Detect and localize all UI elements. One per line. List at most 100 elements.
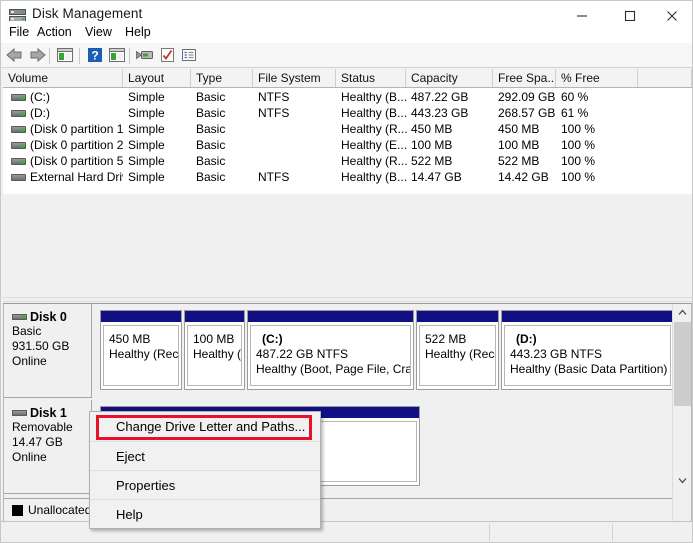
context-menu-item-help[interactable]: Help bbox=[90, 499, 320, 528]
graphical-view-scrollbar[interactable] bbox=[672, 304, 691, 522]
partition-block[interactable]: 100 MBHealthy (I bbox=[184, 310, 245, 390]
cell-status: Healthy (B... bbox=[341, 169, 411, 185]
hard-drive-icon bbox=[11, 110, 26, 117]
cell-free-space: 522 MB bbox=[498, 153, 561, 169]
scrollbar-thumb[interactable] bbox=[674, 322, 691, 406]
check-disk-icon[interactable] bbox=[157, 46, 179, 66]
column-header-free-spa[interactable]: Free Spa... bbox=[493, 69, 556, 87]
partition-details: (C:)487.22 GB NTFSHealthy (Boot, Page Fi… bbox=[250, 325, 411, 386]
cell-status: Healthy (B... bbox=[341, 89, 411, 105]
context-menu[interactable]: Change Drive Letter and Paths... Eject Pro… bbox=[89, 411, 321, 529]
cell-type: Basic bbox=[196, 169, 258, 185]
back-arrow-icon[interactable] bbox=[5, 46, 27, 66]
context-menu-item-eject[interactable]: Eject bbox=[90, 441, 320, 470]
rescan-disks-icon[interactable] bbox=[135, 46, 157, 66]
column-header-blank[interactable] bbox=[638, 69, 692, 87]
table-row[interactable]: External Hard Driv...SimpleBasicNTFSHeal… bbox=[3, 169, 692, 185]
cell-free-space: 292.09 GB bbox=[498, 89, 561, 105]
column-header-capacity[interactable]: Capacity bbox=[406, 69, 493, 87]
cell-percent-free: 100 % bbox=[561, 169, 643, 185]
volume-list[interactable]: VolumeLayoutTypeFile SystemStatusCapacit… bbox=[3, 69, 692, 194]
column-header--free[interactable]: % Free bbox=[556, 69, 638, 87]
partition-block[interactable]: 450 MBHealthy (Recc bbox=[100, 310, 182, 390]
partition-size: 487.22 GB NTFS bbox=[256, 347, 410, 362]
hard-drive-icon bbox=[11, 142, 26, 149]
partition-status: Healthy (Basic Data Partition) bbox=[510, 362, 670, 377]
table-row[interactable]: (Disk 0 partition 5)SimpleBasicHealthy (… bbox=[3, 153, 692, 169]
scroll-down-icon[interactable] bbox=[673, 472, 692, 489]
disk-management-window: Disk Management FileActionViewHelp bbox=[0, 0, 693, 543]
menu-file[interactable]: File bbox=[5, 23, 33, 41]
cell-volume: (C:) bbox=[30, 89, 123, 105]
disk-info-disk-0[interactable]: Disk 0Basic931.50 GBOnline bbox=[4, 304, 92, 398]
partition-details: 522 MBHealthy (Reco bbox=[419, 325, 496, 386]
cell-file-system bbox=[258, 153, 341, 169]
column-header-volume[interactable]: Volume bbox=[3, 69, 123, 87]
partition-block[interactable]: 522 MBHealthy (Reco bbox=[416, 310, 499, 390]
show-hide-console-tree-icon[interactable] bbox=[55, 46, 77, 66]
cell-capacity: 450 MB bbox=[411, 121, 498, 137]
cell-volume: External Hard Driv... bbox=[30, 169, 123, 185]
disk-state: Online bbox=[12, 450, 91, 465]
partition-size: 443.23 GB NTFS bbox=[510, 347, 670, 362]
partition-status: Healthy (Boot, Page File, Crash D bbox=[256, 362, 410, 377]
partition-color-band bbox=[417, 311, 498, 322]
partition-block[interactable]: (D:)443.23 GB NTFSHealthy (Basic Data Pa… bbox=[501, 310, 674, 390]
partition-block[interactable]: (C:)487.22 GB NTFSHealthy (Boot, Page Fi… bbox=[247, 310, 414, 390]
table-row[interactable]: (Disk 0 partition 2)SimpleBasicHealthy (… bbox=[3, 137, 692, 153]
table-row[interactable]: (C:)SimpleBasicNTFSHealthy (B...487.22 G… bbox=[3, 89, 692, 105]
table-row[interactable]: (Disk 0 partition 1) SimpleBasic Healthy (… bbox=[3, 121, 692, 137]
cell-capacity: 443.23 GB bbox=[411, 105, 498, 121]
cell-percent-free: 100 % bbox=[561, 137, 643, 153]
cell-capacity: 522 MB bbox=[411, 153, 498, 169]
toolbar: ? bbox=[1, 43, 693, 68]
cell-file-system: NTFS bbox=[258, 89, 341, 105]
cell-layout: Simple bbox=[128, 121, 196, 137]
cell-status: Healthy (R... bbox=[341, 121, 411, 137]
partition-status: Healthy (Recc bbox=[109, 347, 178, 362]
menu-help[interactable]: Help bbox=[121, 23, 155, 41]
column-header-file-system[interactable]: File System bbox=[253, 69, 336, 87]
hard-drive-icon bbox=[11, 158, 26, 165]
partition-area: 450 MBHealthy (Recc100 MBHealthy (I(C:)4… bbox=[94, 304, 672, 398]
list-view-icon[interactable] bbox=[179, 46, 201, 66]
volume-list-header: VolumeLayoutTypeFile SystemStatusCapacit… bbox=[3, 69, 692, 88]
context-menu-item-label: Eject bbox=[116, 449, 145, 464]
partition-status: Healthy (Reco bbox=[425, 347, 495, 362]
partition-color-band bbox=[248, 311, 413, 322]
svg-text:?: ? bbox=[91, 49, 98, 63]
partition-size: 522 MB bbox=[425, 332, 495, 347]
partition-drive-letter: (C:) bbox=[256, 332, 410, 347]
cell-type: Basic bbox=[196, 137, 258, 153]
cell-type: Basic bbox=[196, 153, 258, 169]
table-row[interactable]: (D:)SimpleBasicNTFSHealthy (B...443.23 G… bbox=[3, 105, 692, 121]
column-header-type[interactable]: Type bbox=[191, 69, 253, 87]
context-menu-item-change-drive-letter-and-paths[interactable]: Change Drive Letter and Paths... bbox=[90, 412, 320, 441]
column-header-status[interactable]: Status bbox=[336, 69, 406, 87]
cell-status: Healthy (E... bbox=[341, 137, 411, 153]
partition-size: 450 MB bbox=[109, 332, 178, 347]
menu-action[interactable]: Action bbox=[33, 23, 76, 41]
cell-status: Healthy (R... bbox=[341, 153, 411, 169]
cell-percent-free: 100 % bbox=[561, 153, 643, 169]
cell-type: Basic bbox=[196, 121, 258, 137]
menu-view[interactable]: View bbox=[81, 23, 116, 41]
help-icon[interactable]: ? bbox=[85, 46, 107, 66]
hard-drive-icon bbox=[11, 94, 26, 101]
volume-list-hscrollbar[interactable] bbox=[3, 297, 692, 302]
cell-volume: (Disk 0 partition 1) bbox=[30, 121, 123, 137]
column-header-layout[interactable]: Layout bbox=[123, 69, 191, 87]
disk-icon bbox=[12, 314, 27, 320]
cell-file-system: NTFS bbox=[258, 105, 341, 121]
forward-arrow-icon[interactable] bbox=[27, 46, 49, 66]
scroll-up-icon[interactable] bbox=[673, 304, 692, 321]
properties-window-icon[interactable] bbox=[107, 46, 129, 66]
cell-type: Basic bbox=[196, 105, 258, 121]
disk-info-disk-1[interactable]: Disk 1Removable14.47 GBOnline bbox=[4, 400, 92, 494]
partition-color-band bbox=[101, 311, 181, 322]
cell-layout: Simple bbox=[128, 89, 196, 105]
context-menu-item-properties[interactable]: Properties bbox=[90, 470, 320, 499]
cell-layout: Simple bbox=[128, 137, 196, 153]
cell-file-system bbox=[258, 137, 341, 153]
partition-status: Healthy (I bbox=[193, 347, 241, 362]
